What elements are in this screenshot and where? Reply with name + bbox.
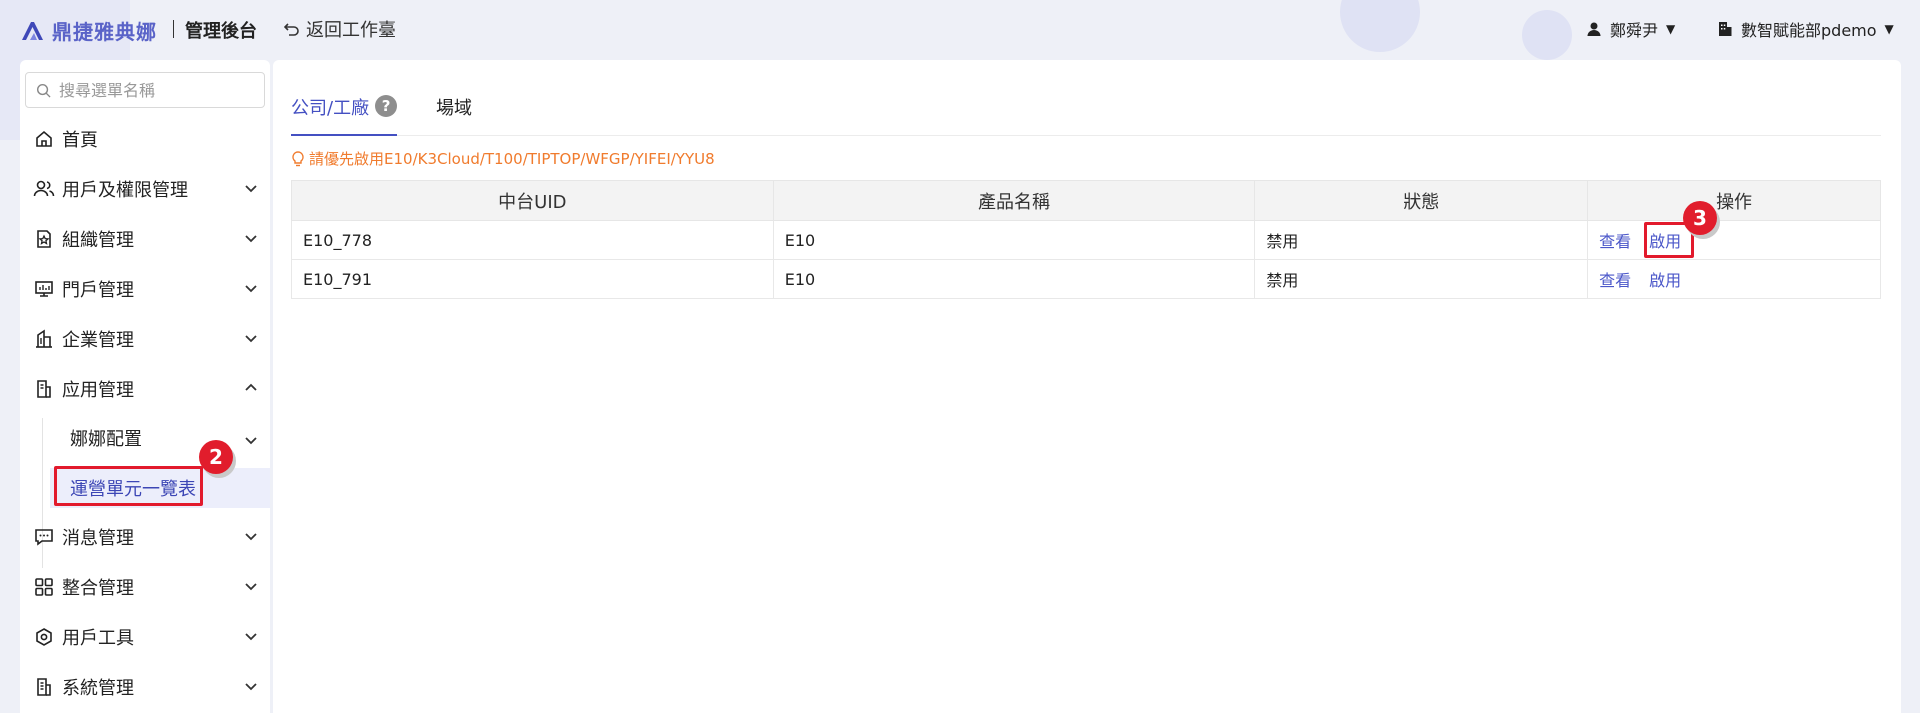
back-label: 返回工作臺	[306, 20, 396, 41]
user-name: 鄭舜尹	[1610, 21, 1659, 40]
sidebar: 首頁 用戶及權限管理 組織管理 門戶管理 企業管理 应用管理	[20, 60, 270, 713]
sidebar-item-label: 組織管理	[62, 230, 134, 251]
sidebar-item-user-tools[interactable]: 用戶工具	[20, 615, 270, 659]
hexagon-icon	[32, 625, 56, 649]
sidebar-item-enterprise[interactable]: 企業管理	[20, 317, 270, 361]
users-icon	[32, 177, 56, 201]
message-icon	[32, 525, 56, 549]
header-divider	[173, 20, 174, 38]
tab-field[interactable]: 場域	[436, 94, 472, 136]
athena-logo-icon	[22, 21, 43, 40]
cell-uid: E10_778	[291, 220, 774, 260]
cell-status: 禁用	[1254, 220, 1589, 260]
operating-unit-table: 中台UID 產品名稱 狀態 操作 E10_778 E10 禁用 查看 啟用 E10…	[291, 180, 1881, 299]
sidebar-subitem-operating-units[interactable]: 運營單元一覽表	[50, 468, 270, 508]
table-header-row: 中台UID 產品名稱 狀態 操作	[291, 180, 1881, 221]
sidebar-item-app-management[interactable]: 应用管理	[20, 367, 270, 411]
tab-label: 公司/工廠	[291, 98, 370, 119]
cell-status: 禁用	[1254, 259, 1589, 299]
sidebar-item-label: 消息管理	[62, 528, 134, 549]
sidebar-subitem-nana-config[interactable]: 娜娜配置	[50, 418, 270, 458]
sidebar-item-portal[interactable]: 門戶管理	[20, 267, 270, 311]
cell-actions: 查看 啟用	[1587, 220, 1881, 260]
grid-icon	[32, 575, 56, 599]
help-icon[interactable]: ?	[375, 95, 398, 117]
column-header-status: 狀態	[1254, 180, 1589, 221]
sidebar-item-organization[interactable]: 組織管理	[20, 217, 270, 261]
view-link[interactable]: 查看	[1599, 271, 1631, 290]
menu-search[interactable]	[25, 72, 265, 108]
sidebar-item-label: 整合管理	[62, 578, 134, 599]
top-header: 鼎捷雅典娜 管理後台 返回工作臺 鄭舜尹 ▼ 數智賦能部pdemo ▼	[0, 0, 1920, 58]
building-icon	[32, 327, 56, 351]
sidebar-subitem-label: 娜娜配置	[70, 429, 142, 450]
undo-icon	[284, 23, 299, 36]
sidebar-item-users-permissions[interactable]: 用戶及權限管理	[20, 167, 270, 211]
sidebar-item-messages[interactable]: 消息管理	[20, 515, 270, 559]
cell-product: E10	[772, 220, 1256, 260]
tab-company-factory[interactable]: 公司/工廠 ?	[291, 94, 398, 136]
step-2-badge: 2	[199, 440, 233, 474]
sidebar-item-home[interactable]: 首頁	[20, 117, 270, 161]
building-icon	[1719, 22, 1732, 36]
sidebar-item-integration[interactable]: 整合管理	[20, 565, 270, 609]
chevron-up-icon	[244, 379, 258, 400]
chevron-down-icon	[244, 431, 258, 452]
admin-title: 管理後台	[185, 21, 257, 42]
sidebar-item-label: 企業管理	[62, 330, 134, 351]
sidebar-item-label: 首頁	[62, 130, 98, 151]
sidebar-item-label: 系統管理	[62, 678, 134, 699]
column-header-uid: 中台UID	[291, 180, 774, 221]
monitor-icon	[32, 277, 56, 301]
tip-text: 請優先啟用E10/K3Cloud/T100/TIPTOP/WFGP/YIFEI/…	[309, 150, 715, 168]
sidebar-item-system[interactable]: 系統管理	[20, 665, 270, 709]
sidebar-item-label: 門戶管理	[62, 280, 134, 301]
home-icon	[32, 127, 56, 151]
tip-message: 請優先啟用E10/K3Cloud/T100/TIPTOP/WFGP/YIFEI/…	[291, 148, 715, 169]
sidebar-item-label: 用戶及權限管理	[62, 180, 188, 201]
org-icon	[32, 227, 56, 251]
enable-link[interactable]: 啟用	[1649, 232, 1681, 251]
user-icon	[1587, 22, 1601, 36]
chevron-down-icon	[244, 677, 258, 698]
column-header-actions: 操作	[1587, 180, 1881, 221]
lightbulb-icon	[292, 150, 304, 166]
chevron-down-icon	[244, 179, 258, 200]
cell-uid: E10_791	[291, 259, 774, 299]
chevron-down-icon	[244, 329, 258, 350]
enable-link[interactable]: 啟用	[1649, 271, 1681, 290]
logo[interactable]: 鼎捷雅典娜	[20, 16, 157, 45]
chevron-down-icon	[244, 279, 258, 300]
main-panel: 公司/工廠 ? 場域 請優先啟用E10/K3Cloud/T100/TIPTOP/…	[273, 60, 1901, 713]
back-to-workbench-button[interactable]: 返回工作臺	[284, 16, 396, 42]
sidebar-item-label: 应用管理	[62, 380, 134, 401]
cell-actions: 查看 啟用	[1587, 259, 1881, 299]
system-icon	[32, 675, 56, 699]
org-name: 數智賦能部pdemo	[1741, 21, 1877, 40]
org-menu[interactable]: 數智賦能部pdemo ▼	[1717, 17, 1894, 41]
caret-down-icon: ▼	[1884, 22, 1894, 36]
user-menu[interactable]: 鄭舜尹 ▼	[1586, 17, 1675, 41]
chevron-down-icon	[244, 527, 258, 548]
search-icon	[36, 83, 51, 98]
tab-label: 場域	[436, 98, 472, 119]
cell-product: E10	[772, 259, 1256, 299]
step-3-badge: 3	[1683, 201, 1717, 235]
document-icon	[32, 377, 56, 401]
logo-text: 鼎捷雅典娜	[52, 20, 157, 44]
tab-bar: 公司/工廠 ? 場域	[291, 94, 1881, 136]
view-link[interactable]: 查看	[1599, 232, 1631, 251]
caret-down-icon: ▼	[1666, 22, 1676, 36]
chevron-down-icon	[244, 577, 258, 598]
sidebar-item-label: 用戶工具	[62, 628, 134, 649]
table-row: E10_778 E10 禁用 查看 啟用	[291, 220, 1881, 260]
sidebar-subitem-label: 運營單元一覽表	[70, 479, 196, 500]
chevron-down-icon	[244, 229, 258, 250]
table-row: E10_791 E10 禁用 查看 啟用	[291, 259, 1881, 299]
menu-search-input[interactable]	[59, 80, 249, 100]
chevron-down-icon	[244, 627, 258, 648]
column-header-product: 產品名稱	[772, 180, 1256, 221]
